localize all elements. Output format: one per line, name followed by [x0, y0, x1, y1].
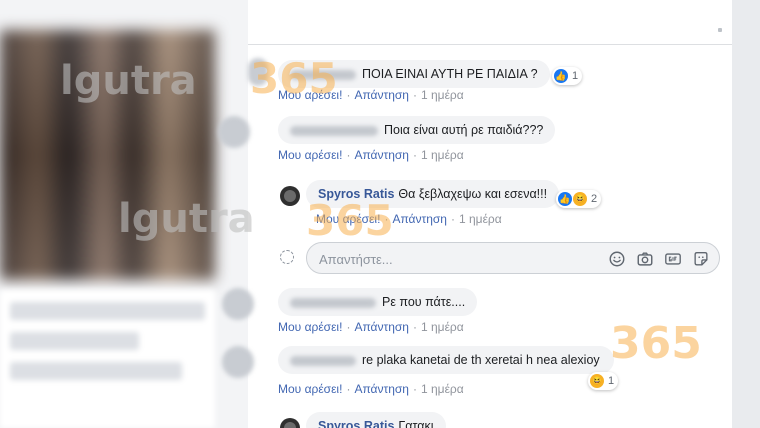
reply-link[interactable]: Απάντηση [354, 382, 409, 396]
blurred-photo [0, 30, 215, 280]
panel-corner-mark [718, 28, 722, 32]
reaction-summary[interactable]: 👍 1 [552, 67, 583, 85]
reply-link[interactable]: Απάντηση [354, 88, 409, 102]
like-reaction-icon: 👍 [554, 69, 568, 83]
reply-link[interactable]: Απάντηση [354, 148, 409, 162]
reply-composer[interactable] [306, 242, 720, 274]
comment-bubble: re plaka kanetai de th xeretai h nea ale… [278, 346, 614, 374]
haha-reaction-icon: 😆 [590, 374, 604, 388]
separator: · [450, 212, 455, 226]
comments-panel: ΠΟΙΑ ΕΙΝΑΙ ΑΥΤΗ ΡΕ ΠΑΙΔΙΑ ? 👍 1 Μου αρέσ… [218, 0, 732, 428]
page-background-strip [732, 0, 760, 428]
comment-author[interactable]: Spyros Ratis [318, 419, 394, 428]
comment-bubble: Spyros Ratis Γατακι [306, 412, 446, 428]
avatar [222, 288, 254, 320]
comment-actions: Μου αρέσει! · Απάντηση · 1 ημέρα [278, 148, 464, 162]
comment-time[interactable]: 1 ημέρα [421, 320, 464, 334]
comment-actions: Μου αρέσει! · Απάντηση · 1 ημέρα [278, 88, 464, 102]
comment-bubble: Spyros Ratis Θα ξεβλαχεψω και εσενα!!! [306, 180, 560, 208]
comment-author[interactable]: Spyros Ratis [318, 187, 394, 201]
comment-text: Γατακι [398, 419, 434, 428]
avatar[interactable] [280, 418, 300, 428]
comment-actions: Μου αρέσει! · Απάντηση · 1 ημέρα [316, 212, 502, 226]
like-link[interactable]: Μου αρέσει! [278, 148, 342, 162]
comment-bubble: ΠΟΙΑ ΕΙΝΑΙ ΑΥΤΗ ΡΕ ΠΑΙΔΙΑ ? [278, 60, 550, 88]
comment-text: Θα ξεβλαχεψω και εσενα!!! [398, 187, 548, 201]
separator: · [412, 382, 417, 396]
reply-link[interactable]: Απάντηση [354, 320, 409, 334]
comment-bubble: Ποια είναι αυτή ρε παιδιά??? [278, 116, 556, 144]
blurred-author-name [290, 69, 356, 80]
reply-link[interactable]: Απάντηση [392, 212, 447, 226]
blurred-author-name [290, 125, 378, 136]
separator: · [412, 148, 417, 162]
comment-actions: Μου αρέσει! · Απάντηση · 1 ημέρα [278, 382, 464, 396]
comment-time[interactable]: 1 ημέρα [421, 148, 464, 162]
reply-input[interactable] [319, 249, 599, 269]
comment-text: Ποια είναι αυτή ρε παιδιά??? [384, 123, 544, 137]
composer-avatar [280, 250, 294, 264]
comment-text: ΠΟΙΑ ΕΙΝΑΙ ΑΥΤΗ ΡΕ ΠΑΙΔΙΑ ? [362, 67, 538, 81]
blurred-post-actions [0, 290, 215, 428]
comment-bubble: Ρε που πάτε.... [278, 288, 478, 316]
reaction-summary[interactable]: 👍 😆 2 [556, 190, 602, 208]
separator: · [412, 88, 417, 102]
emoji-icon[interactable] [607, 250, 627, 268]
camera-icon[interactable] [635, 250, 655, 268]
like-link[interactable]: Μου αρέσει! [278, 382, 342, 396]
separator: · [346, 320, 351, 334]
avatar[interactable] [280, 186, 300, 206]
avatar [218, 116, 250, 148]
comment-time[interactable]: 1 ημέρα [421, 88, 464, 102]
comment-time[interactable]: 1 ημέρα [421, 382, 464, 396]
comment-actions: Μου αρέσει! · Απάντηση · 1 ημέρα [278, 320, 464, 334]
separator: · [346, 88, 351, 102]
separator: · [346, 148, 351, 162]
comment-text: re plaka kanetai de th xeretai h nea ale… [362, 353, 600, 367]
like-reaction-icon: 👍 [558, 192, 572, 206]
reaction-count: 1 [572, 70, 579, 82]
divider [248, 44, 732, 45]
like-link[interactable]: Μου αρέσει! [316, 212, 380, 226]
separator: · [346, 382, 351, 396]
like-link[interactable]: Μου αρέσει! [278, 88, 342, 102]
blurred-author-name [290, 297, 376, 308]
avatar [248, 58, 268, 86]
separator: · [384, 212, 389, 226]
photo-viewer-panel [0, 0, 248, 428]
separator: · [412, 320, 417, 334]
haha-reaction-icon: 😆 [573, 192, 587, 206]
reaction-summary[interactable]: 😆 1 [588, 372, 619, 390]
blurred-author-name [290, 355, 356, 366]
avatar [222, 346, 254, 378]
reaction-count: 1 [608, 375, 615, 387]
reaction-count: 2 [591, 193, 598, 205]
sticker-icon[interactable] [691, 250, 711, 268]
like-link[interactable]: Μου αρέσει! [278, 320, 342, 334]
gif-icon[interactable] [663, 250, 683, 268]
composer-icons [607, 250, 711, 268]
comment-time[interactable]: 1 ημέρα [459, 212, 502, 226]
comment-text: Ρε που πάτε.... [382, 295, 466, 309]
